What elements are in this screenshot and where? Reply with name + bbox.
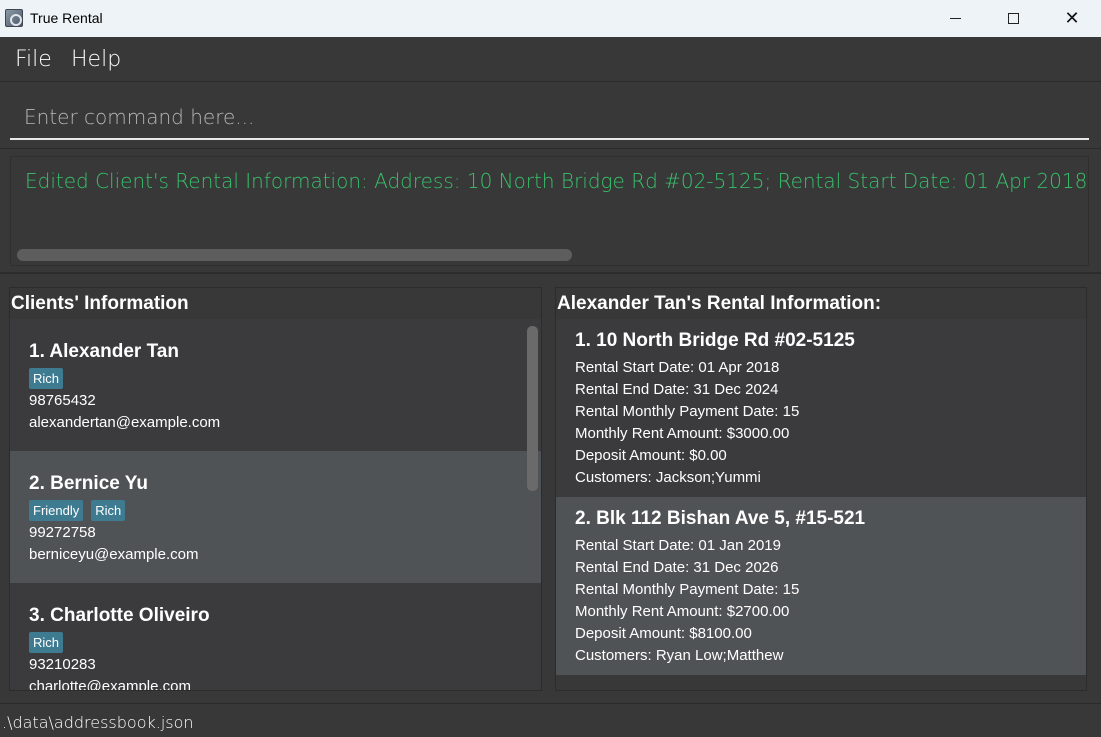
command-box [0,81,1101,148]
window-title: True Rental [30,10,103,26]
rental-list: 1. 10 North Bridge Rd #02-5125 Rental St… [556,319,1086,690]
command-input[interactable] [10,96,1089,140]
title-bar: True Rental ✕ [0,0,1101,37]
result-display: Edited Client's Rental Information: Addr… [10,156,1089,266]
rental-card[interactable]: 2. Blk 112 Bishan Ave 5, #15-521 Rental … [556,497,1086,675]
rental-payment-date: Rental Monthly Payment Date: 15 [575,581,800,598]
rental-start-date: Rental Start Date: 01 Apr 2018 [575,359,780,376]
client-card[interactable]: 1. Alexander Tan Rich 98765432 alexander… [10,319,541,451]
rental-address: 2. Blk 112 Bishan Ave 5, #15-521 [575,508,866,529]
menu-help[interactable]: Help [71,47,121,72]
rental-deposit: Deposit Amount: $8100.00 [575,625,752,642]
rental-monthly-rent: Monthly Rent Amount: $3000.00 [575,425,790,442]
app-icon [5,9,23,27]
rental-deposit: Deposit Amount: $0.00 [575,447,727,464]
client-phone: 98765432 [29,392,96,409]
clients-panel-title: Clients' Information [11,293,189,314]
clients-panel: Clients' Information 1. Alexander Tan Ri… [9,287,542,691]
minimize-button[interactable] [926,0,984,37]
rental-customers: Customers: Jackson;Yummi [575,469,761,486]
data-file-path: .\data\addressbook.json [2,713,194,732]
app-window: True Rental ✕ File Help Edited Client's … [0,0,1101,737]
rental-address: 1. 10 North Bridge Rd #02-5125 [575,330,855,351]
client-email: charlotte@example.com [29,678,191,690]
clients-list: 1. Alexander Tan Rich 98765432 alexander… [10,319,541,690]
divider [0,272,1101,274]
rental-end-date: Rental End Date: 31 Dec 2026 [575,559,779,576]
minimize-icon [949,18,961,19]
rental-payment-date: Rental Monthly Payment Date: 15 [575,403,800,420]
tag-badge: Rich [29,368,64,389]
client-card[interactable]: 3. Charlotte Oliveiro Rich 93210283 char… [10,583,541,690]
client-email: alexandertan@example.com [29,414,221,431]
rental-card[interactable]: 1. 10 North Bridge Rd #02-5125 Rental St… [556,319,1086,497]
client-tags: Friendly Rich [29,500,126,521]
client-phone: 93210283 [29,656,96,673]
rental-start-date: Rental Start Date: 01 Jan 2019 [575,537,781,554]
close-icon: ✕ [1064,8,1080,29]
tag-badge: Friendly [29,500,84,521]
client-email: berniceyu@example.com [29,546,199,563]
rental-customers: Customers: Ryan Low;Matthew [575,647,784,664]
client-name: 3. Charlotte Oliveiro [29,605,210,626]
maximize-icon [1007,13,1019,24]
tag-badge: Rich [91,500,126,521]
client-name: 2. Bernice Yu [29,473,148,494]
result-horizontal-scrollbar[interactable] [17,249,572,261]
clients-vertical-scrollbar[interactable] [527,326,538,491]
maximize-button[interactable] [984,0,1042,37]
client-phone: 99272758 [29,524,96,541]
close-button[interactable]: ✕ [1043,0,1101,37]
rental-end-date: Rental End Date: 31 Dec 2024 [575,381,779,398]
tag-badge: Rich [29,632,64,653]
rental-panel-title: Alexander Tan's Rental Information: [557,293,882,314]
client-tags: Rich [29,368,64,389]
menu-bar: File Help [0,37,1101,81]
rental-panel: Alexander Tan's Rental Information: 1. 1… [555,287,1087,691]
result-display-area: Edited Client's Rental Information: Addr… [0,148,1101,272]
status-bar: .\data\addressbook.json [0,703,1101,737]
client-name: 1. Alexander Tan [29,341,179,362]
result-message: Edited Client's Rental Information: Addr… [25,169,1089,193]
rental-monthly-rent: Monthly Rent Amount: $2700.00 [575,603,790,620]
menu-file[interactable]: File [15,47,52,72]
client-tags: Rich [29,632,64,653]
client-card[interactable]: 2. Bernice Yu Friendly Rich 99272758 ber… [10,451,541,583]
